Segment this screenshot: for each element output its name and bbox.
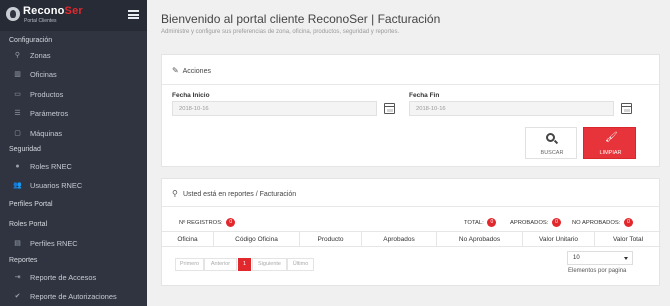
- total-badge: 0: [487, 218, 497, 227]
- buscar-label: BUSCAR: [540, 150, 564, 156]
- sidebar-item-label: Perfiles RNEC: [30, 239, 78, 248]
- acciones-header: ✎ Acciones: [172, 66, 211, 75]
- scrollbar[interactable]: [666, 0, 670, 306]
- reportes-breadcrumb: ⚲ Usted está en reportes / Facturación: [172, 189, 296, 198]
- no-aprobados-label: NO APROBADOS:: [572, 220, 621, 227]
- sidebar-item-label: Reporte de Autorizaciones: [30, 292, 117, 301]
- acciones-title: Acciones: [182, 68, 211, 75]
- check-icon: ✔: [14, 293, 21, 300]
- sidebar-item-label: Productos: [30, 90, 64, 99]
- calendar-icon[interactable]: [384, 103, 395, 114]
- sidebar-item-zonas[interactable]: ⚲ Zonas: [13, 49, 143, 63]
- sidebar-item-maquinas[interactable]: ▢ Máquinas: [13, 127, 143, 141]
- sidebar-item-label: Usuarios RNEC: [30, 181, 83, 190]
- registros-label: Nº REGISTROS:: [179, 220, 223, 227]
- pager-last[interactable]: Último: [287, 258, 314, 271]
- user-icon: ●: [15, 163, 20, 170]
- no-aprobados-badge: 0: [623, 218, 633, 227]
- limpiar-label: LIMPIAR: [599, 150, 622, 156]
- wand-icon: ✎: [172, 66, 179, 75]
- limpiar-button[interactable]: 🖌 LIMPIAR: [583, 127, 636, 159]
- reportes-card: ⚲ Usted está en reportes / Facturación N…: [161, 178, 661, 286]
- sidebar-item-perfiles-rnec[interactable]: ▤ Perfiles RNEC: [13, 237, 143, 251]
- table-header: Oficina Código Oficina Producto Aprobado…: [162, 231, 661, 247]
- pager-next[interactable]: Siguiente: [252, 258, 287, 271]
- aprobados-stat: APROBADOS: 0: [510, 218, 561, 227]
- page-size-help: Elementos por pagina: [568, 268, 627, 274]
- fecha-inicio-label: Fecha Inicio: [172, 92, 210, 99]
- chevron-down-icon: [624, 257, 628, 260]
- total-label: TOTAL:: [464, 220, 484, 227]
- column-header[interactable]: Aprobados: [362, 232, 437, 247]
- sidebar-item-productos[interactable]: ▭ Productos: [13, 88, 143, 102]
- building-icon: ▥: [14, 71, 21, 78]
- reconoser-logo-icon: [6, 7, 20, 21]
- page-description: Administre y configure sus preferencias …: [161, 29, 400, 35]
- sidebar-item-parametros[interactable]: ☰ Parámetros: [13, 107, 143, 121]
- sidebar-item-oficinas[interactable]: ▥ Oficinas: [13, 68, 143, 82]
- sidebar-item-label: Zonas: [30, 51, 51, 60]
- sliders-icon: ☰: [14, 110, 21, 117]
- acciones-card: ✎ Acciones Fecha Inicio 2018-10-16 Fecha…: [161, 54, 660, 167]
- map-marker-icon: ⚲: [14, 52, 21, 59]
- brush-icon: 🖌: [605, 132, 618, 143]
- sidebar: ReconoSer Portal Clientes Configuración …: [0, 0, 147, 306]
- pager-current[interactable]: 1: [238, 258, 251, 271]
- section-reportes: Reportes: [9, 257, 38, 264]
- section-seguridad: Seguridad: [9, 146, 41, 153]
- calendar-icon[interactable]: [621, 103, 632, 114]
- total-stat: TOTAL: 0: [464, 218, 497, 227]
- sidebar-item-label: Máquinas: [30, 129, 63, 138]
- sidebar-item-reporte-autorizaciones[interactable]: ✔ Reporte de Autorizaciones: [13, 290, 143, 304]
- aprobados-label: APROBADOS:: [510, 220, 549, 227]
- menu-toggle-icon[interactable]: [128, 10, 139, 19]
- brand-subtitle: Portal Clientes: [24, 18, 57, 24]
- column-header[interactable]: Producto: [300, 232, 362, 247]
- monitor-icon: ▢: [14, 130, 21, 137]
- id-card-icon: ▤: [14, 240, 21, 247]
- search-icon: [546, 133, 555, 142]
- column-header[interactable]: Código Oficina: [214, 232, 300, 247]
- breadcrumb-text: Usted está en reportes / Facturación: [182, 191, 297, 198]
- column-header[interactable]: Valor Unitario: [523, 232, 595, 247]
- page-size-select[interactable]: 10: [567, 251, 633, 265]
- map-marker-icon: ⚲: [172, 189, 178, 198]
- page-title: Bienvenido al portal cliente ReconoSer |…: [161, 12, 441, 26]
- divider: [162, 84, 659, 85]
- pager-prev[interactable]: Anterior: [204, 258, 237, 271]
- box-icon: ▭: [14, 91, 21, 98]
- sidebar-item-label: Oficinas: [30, 70, 57, 79]
- buscar-button[interactable]: BUSCAR: [525, 127, 577, 159]
- sidebar-item-label: Parámetros: [30, 109, 69, 118]
- brand-header: ReconoSer Portal Clientes: [0, 0, 147, 31]
- registros-stat: Nº REGISTROS: 0: [179, 218, 236, 227]
- page-size-value: 10: [573, 255, 580, 261]
- sidebar-item-reporte-accesos[interactable]: ⇥ Reporte de Accesos: [13, 271, 143, 285]
- main-content: Bienvenido al portal cliente ReconoSer |…: [147, 0, 670, 306]
- sidebar-item-label: Reporte de Accesos: [30, 273, 97, 282]
- sidebar-item-usuarios-rnec[interactable]: 👥 Usuarios RNEC: [13, 179, 143, 193]
- column-header[interactable]: Valor Total: [595, 232, 661, 247]
- pager-first[interactable]: Primero: [175, 258, 204, 271]
- fecha-fin-input[interactable]: 2018-10-16: [409, 101, 614, 116]
- section-roles-portal[interactable]: Roles Portal: [9, 221, 47, 228]
- users-icon: 👥: [13, 182, 22, 189]
- section-configuracion: Configuración: [9, 37, 53, 44]
- aprobados-badge: 0: [551, 218, 561, 227]
- fecha-fin-label: Fecha Fin: [409, 92, 440, 99]
- column-header[interactable]: Oficina: [162, 232, 214, 247]
- brand-name: ReconoSer: [23, 5, 83, 17]
- fecha-inicio-input[interactable]: 2018-10-16: [172, 101, 377, 116]
- column-header[interactable]: No Aprobados: [437, 232, 523, 247]
- section-perfiles-portal[interactable]: Perfiles Portal: [9, 201, 53, 208]
- registros-badge: 0: [226, 218, 236, 227]
- no-aprobados-stat: NO APROBADOS: 0: [572, 218, 633, 227]
- sidebar-item-label: Roles RNEC: [30, 162, 72, 171]
- sidebar-item-roles-rnec[interactable]: ● Roles RNEC: [13, 160, 143, 174]
- divider: [162, 206, 659, 207]
- sign-in-icon: ⇥: [14, 274, 21, 281]
